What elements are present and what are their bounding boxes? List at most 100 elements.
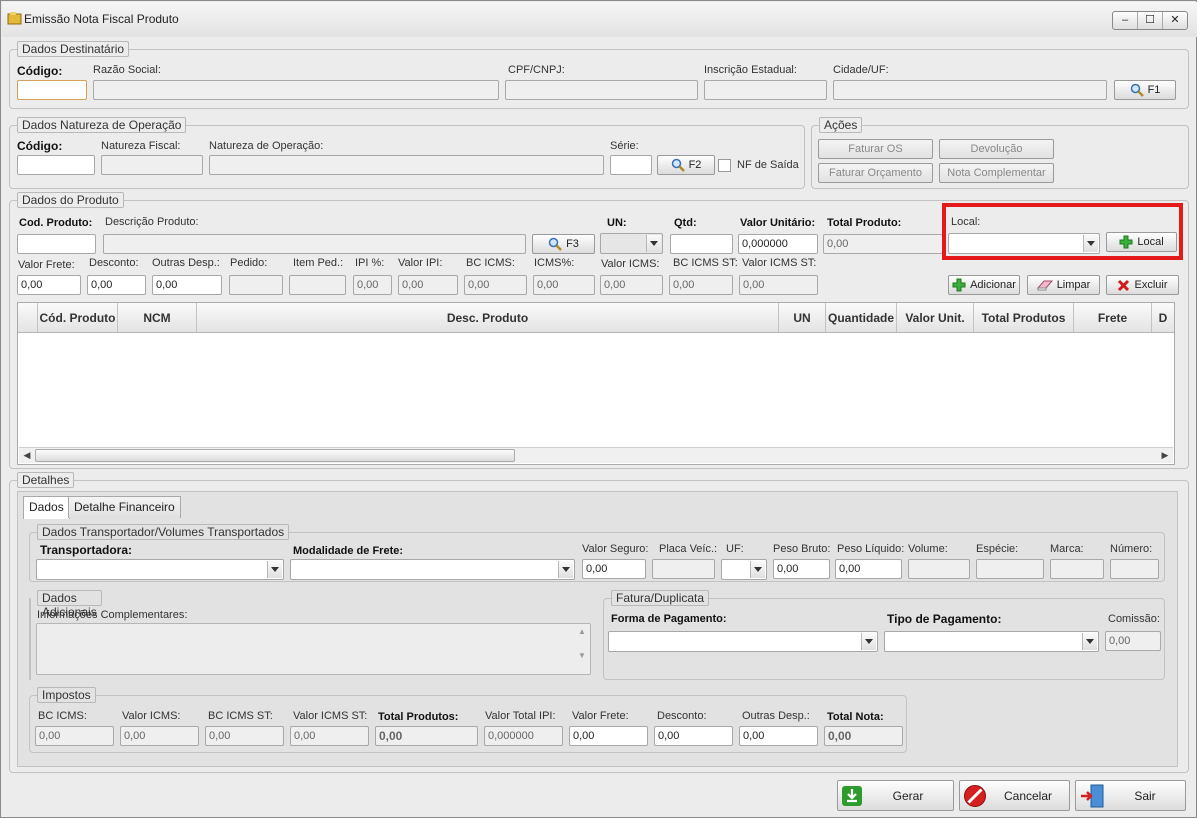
- search-icon: [671, 158, 685, 172]
- excluir-button[interactable]: Excluir: [1106, 275, 1179, 295]
- desconto-input[interactable]: 0,00: [87, 275, 146, 295]
- informacoes-complementares-textarea[interactable]: ▲ ▼: [36, 623, 591, 675]
- valor-ipi-input[interactable]: 0,00: [398, 275, 458, 295]
- label-total-produtos: Total Produtos:: [378, 711, 459, 723]
- comissao-input[interactable]: 0,00: [1105, 631, 1161, 651]
- label-bc-icms-st: BC ICMS ST:: [208, 710, 273, 722]
- valor-icms-total-input[interactable]: 0,00: [120, 726, 199, 746]
- valor-frete-total-input[interactable]: 0,00: [569, 726, 648, 746]
- column-header[interactable]: UN: [779, 303, 826, 332]
- column-header[interactable]: Desc. Produto: [197, 303, 779, 332]
- column-header[interactable]: Quantidade: [826, 303, 897, 332]
- valor-seguro-input[interactable]: 0,00: [582, 559, 646, 579]
- scroll-right-icon[interactable]: ▶: [1157, 448, 1173, 463]
- tab-dados[interactable]: Dados: [23, 496, 70, 519]
- column-header[interactable]: D: [1152, 303, 1174, 332]
- tipo-pagamento-select[interactable]: [884, 631, 1099, 652]
- maximize-button[interactable]: ☐: [1138, 12, 1163, 29]
- f2-search-button[interactable]: F2: [657, 155, 715, 175]
- codigo-destinatario-input[interactable]: [17, 80, 87, 100]
- cod-produto-input[interactable]: [17, 234, 96, 254]
- f3-search-button[interactable]: F3: [532, 234, 595, 254]
- valor-frete-input[interactable]: 0,00: [17, 275, 81, 295]
- tab-detalhe-financeiro[interactable]: Detalhe Financeiro: [68, 496, 181, 518]
- vertical-scrollbar[interactable]: ▲ ▼: [576, 626, 588, 672]
- un-select[interactable]: [600, 233, 663, 254]
- valor-icms-input[interactable]: 0,00: [600, 275, 663, 295]
- nf-saida-checkbox[interactable]: [718, 159, 731, 172]
- especie-input[interactable]: [976, 559, 1044, 579]
- cancel-icon: [964, 784, 986, 807]
- total-produtos-input[interactable]: 0,00: [375, 726, 478, 746]
- cancelar-button[interactable]: Cancelar: [959, 780, 1070, 811]
- minimize-button[interactable]: –: [1113, 12, 1138, 29]
- column-header[interactable]: NCM: [118, 303, 197, 332]
- devolucao-button[interactable]: Devolução: [939, 139, 1054, 159]
- volume-input[interactable]: [908, 559, 970, 579]
- label-bc-icms: BC ICMS:: [38, 710, 87, 722]
- faturar-orcamento-button[interactable]: Faturar Orçamento: [818, 163, 933, 183]
- icms-percent-input[interactable]: 0,00: [533, 275, 595, 295]
- codigo-natureza-input[interactable]: [17, 155, 95, 175]
- razao-social-input[interactable]: [93, 80, 499, 100]
- chevron-down-icon: [267, 561, 282, 578]
- descricao-produto-input[interactable]: [103, 234, 526, 254]
- ipi-percent-input[interactable]: 0,00: [353, 275, 392, 295]
- peso-liquido-input[interactable]: 0,00: [835, 559, 902, 579]
- button-label: F3: [566, 238, 579, 250]
- faturar-os-button[interactable]: Faturar OS: [818, 139, 933, 159]
- bc-icms-total-input[interactable]: 0,00: [35, 726, 114, 746]
- natureza-fiscal-input[interactable]: [101, 155, 203, 175]
- scroll-left-icon[interactable]: ◀: [19, 448, 35, 463]
- button-label: F2: [688, 159, 702, 171]
- label-valor-icms-st: Valor ICMS ST:: [293, 710, 368, 722]
- cidade-uf-input[interactable]: [833, 80, 1107, 100]
- desconto-total-input[interactable]: 0,00: [654, 726, 733, 746]
- valor-icms-st-total-input[interactable]: 0,00: [290, 726, 369, 746]
- valor-total-ipi-input[interactable]: 0,000000: [484, 726, 563, 746]
- label-modalidade: Modalidade de Frete:: [293, 545, 404, 557]
- bc-icms-input[interactable]: 0,00: [464, 275, 527, 295]
- forma-pagamento-select[interactable]: [608, 631, 878, 652]
- item-ped-input[interactable]: [289, 275, 346, 295]
- bc-icms-st-total-input[interactable]: 0,00: [205, 726, 284, 746]
- numero-input[interactable]: [1110, 559, 1159, 579]
- uf-select[interactable]: [721, 559, 767, 580]
- serie-input[interactable]: [610, 155, 652, 175]
- column-header[interactable]: Total Produtos: [974, 303, 1074, 332]
- total-produto-input[interactable]: 0,00: [823, 234, 943, 254]
- outras-desp-input[interactable]: 0,00: [152, 275, 222, 295]
- group-destinatario: Dados Destinatário: [9, 41, 1189, 109]
- placa-input[interactable]: [652, 559, 715, 579]
- horizontal-scrollbar[interactable]: ◀ ▶: [19, 447, 1173, 463]
- qtd-input[interactable]: [670, 234, 733, 254]
- valor-unitario-input[interactable]: 0,000000: [738, 234, 818, 254]
- transportadora-select[interactable]: [36, 559, 284, 580]
- total-nota-input[interactable]: 0,00: [824, 726, 903, 746]
- bc-icms-st-input[interactable]: 0,00: [669, 275, 733, 295]
- f1-search-button[interactable]: F1: [1114, 80, 1176, 100]
- pedido-input[interactable]: [229, 275, 283, 295]
- label-outras-desp: Outras Desp.:: [152, 257, 220, 269]
- natureza-operacao-input[interactable]: [209, 155, 604, 175]
- cpf-cnpj-input[interactable]: [505, 80, 698, 100]
- gerar-button[interactable]: Gerar: [837, 780, 954, 811]
- limpar-button[interactable]: Limpar: [1027, 275, 1100, 295]
- inscricao-input[interactable]: [704, 80, 827, 100]
- outras-desp-total-input[interactable]: 0,00: [739, 726, 818, 746]
- sair-button[interactable]: Sair: [1075, 780, 1186, 811]
- products-table[interactable]: Cód. Produto NCM Desc. Produto UN Quanti…: [17, 302, 1175, 465]
- scroll-thumb[interactable]: [35, 449, 515, 462]
- close-button[interactable]: ✕: [1163, 12, 1187, 29]
- column-header[interactable]: Frete: [1074, 303, 1152, 332]
- column-header[interactable]: Cód. Produto: [38, 303, 118, 332]
- adicionar-button[interactable]: Adicionar: [948, 275, 1020, 295]
- column-header[interactable]: Valor Unit.: [897, 303, 974, 332]
- label-valor-icms: Valor ICMS:: [601, 258, 660, 270]
- marca-input[interactable]: [1050, 559, 1104, 579]
- peso-bruto-input[interactable]: 0,00: [773, 559, 830, 579]
- button-label: F1: [1147, 84, 1161, 96]
- nota-complementar-button[interactable]: Nota Complementar: [939, 163, 1054, 183]
- modalidade-frete-select[interactable]: [290, 559, 575, 580]
- valor-icms-st-input[interactable]: 0,00: [739, 275, 818, 295]
